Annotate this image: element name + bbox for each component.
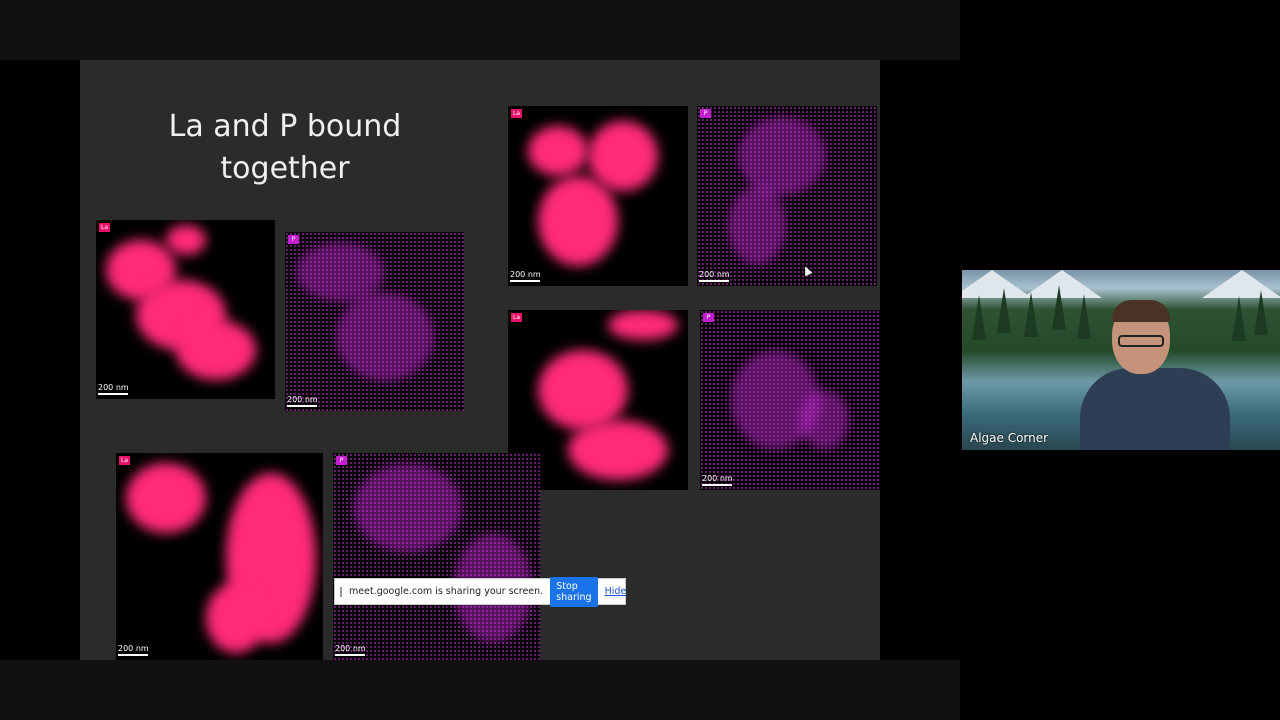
tree-shape (1024, 292, 1038, 337)
bottom-letterbox (0, 660, 960, 720)
tree-shape (972, 295, 986, 340)
mountain-shape (1202, 270, 1280, 298)
map-la-bottom: La 200 nm (116, 453, 323, 660)
map-la-top-right: La 200 nm (508, 106, 688, 286)
stop-sharing-button[interactable]: Stop sharing (550, 576, 598, 607)
participant-name: Algae Corner (970, 431, 1049, 445)
scale-bar: 200 nm (98, 383, 129, 395)
top-letterbox (0, 0, 960, 60)
element-tag: La (511, 313, 522, 322)
glasses-icon (1118, 335, 1164, 347)
map-la-mid-left: La 200 nm (96, 220, 275, 399)
element-tag: P (703, 313, 714, 322)
hide-banner-link[interactable]: Hide (605, 586, 627, 597)
map-p-top-right: P 200 nm (697, 106, 877, 286)
map-p-bottom: P 200 nm (333, 453, 540, 660)
scale-bar: 200 nm (335, 644, 366, 656)
tree-shape (1232, 296, 1246, 341)
tree-shape (997, 288, 1011, 333)
tree-shape (1077, 294, 1091, 339)
screen-share-banner: meet.google.com is sharing your screen. … (334, 576, 627, 607)
scale-bar: 200 nm (702, 474, 733, 486)
drag-handle-icon[interactable] (340, 586, 342, 597)
tree-shape (1052, 285, 1066, 330)
element-tag: P (700, 109, 711, 118)
map-p-mid-left: P 200 nm (285, 232, 464, 411)
element-tag: P (336, 456, 347, 465)
element-tag: La (511, 109, 522, 118)
participant-person (1080, 300, 1230, 450)
map-p-mid-right: P 200 nm (700, 310, 880, 490)
share-message: meet.google.com is sharing your screen. (349, 586, 544, 597)
scale-bar: 200 nm (118, 644, 149, 656)
scale-bar: 200 nm (510, 270, 541, 282)
element-tag: P (288, 235, 299, 244)
scale-bar: 200 nm (699, 270, 730, 282)
slide-title: La and P bound together (168, 109, 402, 186)
scale-bar: 200 nm (287, 395, 318, 407)
tree-shape (1254, 290, 1268, 335)
participant-video-tile[interactable]: Algae Corner (962, 270, 1280, 450)
element-tag: La (99, 223, 110, 232)
element-tag: La (119, 456, 130, 465)
presentation-slide: La and P bound together La 200 nm P 200 … (80, 60, 880, 660)
